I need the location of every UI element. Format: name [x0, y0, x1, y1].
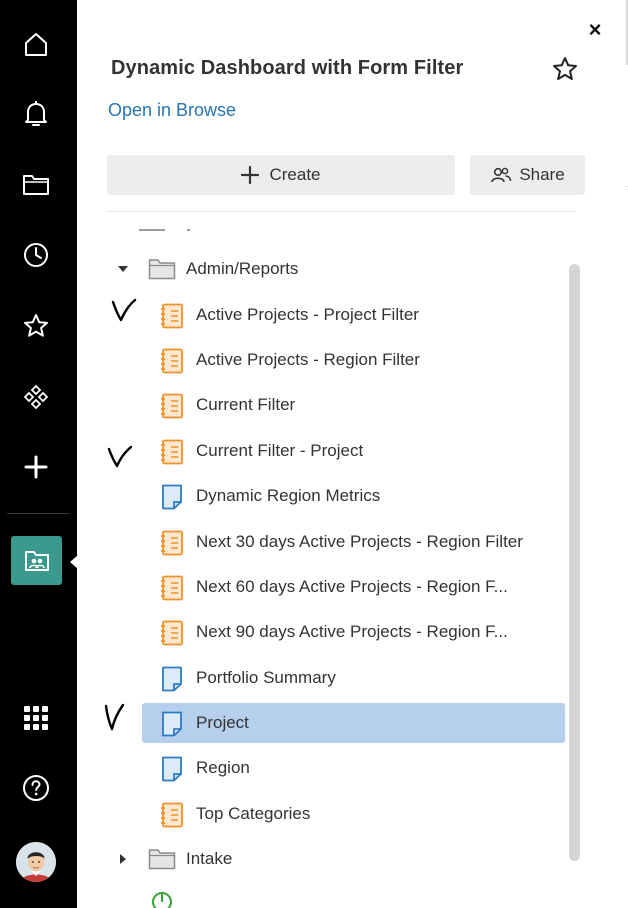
caret-right-icon[interactable]	[117, 853, 129, 865]
checkmark-icon	[107, 445, 133, 468]
list-item[interactable]: Next 30 days Active Projects - Region Fi…	[77, 522, 577, 562]
item-label: Current Filter	[196, 395, 296, 414]
report-icon	[161, 303, 183, 329]
list-item[interactable]: Current Filter	[77, 385, 577, 425]
workspace-icon[interactable]	[11, 536, 62, 585]
report-icon	[161, 348, 183, 374]
sheet-icon	[162, 756, 182, 782]
avatar[interactable]	[16, 842, 56, 882]
item-label: Next 60 days Active Projects - Region F.…	[196, 577, 508, 596]
details-panel: × Dynamic Dashboard with Form Filter Ope…	[77, 0, 628, 908]
people-icon	[491, 167, 512, 183]
page-title: Dynamic Dashboard with Form Filter	[111, 57, 464, 79]
clock-icon[interactable]	[18, 237, 54, 273]
list-item[interactable]: Portfolio Summary	[77, 658, 577, 698]
grid-icon[interactable]	[18, 700, 54, 736]
report-icon	[161, 575, 183, 601]
share-label: Share	[519, 165, 565, 184]
item-label: Dynamic Region Metrics	[196, 486, 381, 505]
report-icon	[161, 439, 183, 465]
left-nav-rail	[0, 0, 78, 908]
report-icon	[161, 620, 183, 646]
bell-icon[interactable]	[18, 96, 54, 132]
list-item[interactable]: Active Projects - Project Filter	[77, 295, 577, 335]
plus-icon	[241, 166, 260, 184]
list-item[interactable]: Dynamic Region Metrics	[77, 476, 577, 516]
list-item-selected[interactable]: Project	[77, 703, 577, 743]
item-label: Next 30 days Active Projects - Region Fi…	[196, 532, 523, 551]
folder-label: Admin/Reports	[186, 259, 299, 278]
sheet-icon	[162, 666, 182, 692]
checkmark-icon	[104, 703, 125, 731]
sheet-icon	[162, 484, 182, 510]
report-icon	[161, 393, 183, 419]
folder-icon	[148, 849, 176, 870]
list-item[interactable]: Next 90 days Active Projects - Region F.…	[77, 612, 577, 652]
list-item[interactable]: Next 60 days Active Projects - Region F.…	[77, 567, 577, 607]
file-tree: Admin/Reports Active Projects - Project …	[77, 212, 577, 908]
close-button[interactable]: ×	[585, 18, 605, 42]
item-label: Active Projects - Region Filter	[196, 350, 420, 369]
list-item[interactable]: Active Projects - Region Filter	[77, 340, 577, 380]
open-in-browse-link[interactable]: Open in Browse	[108, 100, 236, 121]
report-icon	[161, 530, 183, 556]
plus-icon[interactable]	[18, 449, 54, 485]
item-label: Top Categories	[196, 804, 311, 823]
list-item[interactable]: Current Filter - Project	[77, 431, 577, 471]
item-label: Current Filter - Project	[196, 441, 364, 460]
list-item[interactable]: Region	[77, 748, 577, 788]
star-icon[interactable]	[18, 308, 54, 344]
partial-folder-icon	[139, 228, 165, 231]
list-item[interactable]: Top Categories	[77, 794, 577, 834]
caret-down-icon[interactable]	[117, 263, 129, 275]
help-icon[interactable]	[18, 770, 54, 806]
item-label: Active Projects - Project Filter	[196, 305, 419, 324]
item-label: Next 90 days Active Projects - Region F.…	[196, 622, 508, 641]
checkmark-icon	[111, 298, 137, 322]
folder-label: Intake	[186, 849, 233, 868]
folder-row-admin-reports[interactable]: Admin/Reports	[77, 249, 577, 289]
apps-diamond-icon[interactable]	[18, 379, 54, 415]
share-button[interactable]: Share	[470, 155, 585, 195]
partial-folder-label	[187, 228, 190, 231]
partial-item-icon	[152, 892, 172, 908]
create-button[interactable]: Create	[107, 155, 455, 195]
sheet-icon	[162, 711, 182, 737]
create-label: Create	[269, 165, 321, 184]
report-icon	[161, 802, 183, 828]
favorite-star-icon[interactable]	[552, 56, 578, 82]
item-label: Region	[196, 758, 250, 777]
item-label: Portfolio Summary	[196, 668, 336, 687]
folder-icon	[148, 259, 176, 280]
folder-icon[interactable]	[18, 167, 54, 203]
folder-row-intake[interactable]: Intake	[77, 839, 577, 879]
item-label: Project	[196, 713, 249, 732]
home-icon[interactable]	[18, 26, 54, 62]
rail-divider	[7, 513, 70, 514]
